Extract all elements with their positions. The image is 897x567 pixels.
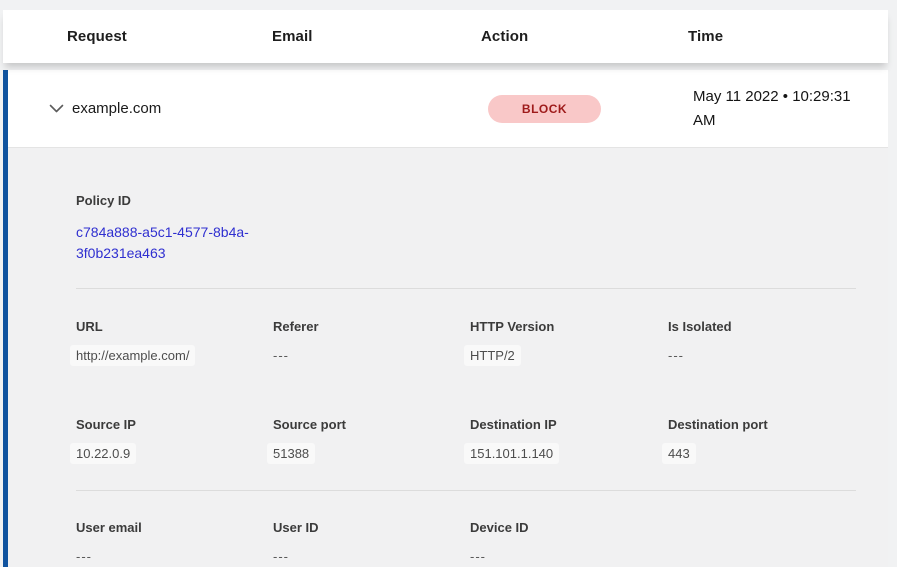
field: URL http://example.com/ bbox=[76, 319, 273, 366]
field-value: 51388 bbox=[273, 446, 470, 464]
policy-id-field: Policy ID c784a888-a5c1-4577-8b4a-3f0b23… bbox=[76, 193, 865, 264]
field-value: 10.22.0.9 bbox=[76, 446, 273, 464]
expanded-log-row: example.com BLOCK May 11 2022 • 10:29:31… bbox=[3, 70, 888, 567]
field-value: --- bbox=[668, 348, 865, 363]
field-label: Source IP bbox=[76, 417, 273, 432]
divider bbox=[76, 288, 856, 289]
field: Source IP 10.22.0.9 bbox=[76, 417, 273, 464]
row-detail-panel: Policy ID c784a888-a5c1-4577-8b4a-3f0b23… bbox=[8, 148, 888, 567]
policy-id-label: Policy ID bbox=[76, 193, 865, 208]
field-label: User ID bbox=[273, 520, 470, 535]
field-label: URL bbox=[76, 319, 273, 334]
row-expand-toggle[interactable] bbox=[8, 104, 72, 113]
status-badge-block: BLOCK bbox=[488, 95, 601, 123]
field-label: Device ID bbox=[470, 520, 668, 535]
field: Is Isolated --- bbox=[668, 319, 865, 366]
table-row[interactable]: example.com BLOCK May 11 2022 • 10:29:31… bbox=[8, 70, 888, 148]
divider bbox=[76, 490, 856, 491]
column-header-email: Email bbox=[272, 28, 481, 45]
field-value: --- bbox=[470, 549, 668, 564]
column-header-action: Action bbox=[481, 28, 688, 45]
field: HTTP Version HTTP/2 bbox=[470, 319, 668, 366]
field-label: Destination port bbox=[668, 417, 865, 432]
field-value: 151.101.1.140 bbox=[470, 446, 668, 464]
field-value: http://example.com/ bbox=[76, 348, 273, 366]
field: Destination IP 151.101.1.140 bbox=[470, 417, 668, 464]
row-request-value: example.com bbox=[72, 100, 277, 117]
field-value: --- bbox=[273, 348, 470, 363]
field-label: HTTP Version bbox=[470, 319, 668, 334]
row-time-value: May 11 2022 • 10:29:31 AM bbox=[693, 85, 871, 133]
field-label: User email bbox=[76, 520, 273, 535]
field-label: Referer bbox=[273, 319, 470, 334]
field-label: Is Isolated bbox=[668, 319, 865, 334]
column-header-request: Request bbox=[67, 28, 272, 45]
field: Referer --- bbox=[273, 319, 470, 366]
field: Device ID --- bbox=[470, 520, 668, 564]
detail-field-row: User email---User ID---Device ID--- bbox=[76, 520, 865, 564]
field: Destination port 443 bbox=[668, 417, 865, 464]
field-label: Source port bbox=[273, 417, 470, 432]
field-value: HTTP/2 bbox=[470, 348, 668, 366]
field: Source port 51388 bbox=[273, 417, 470, 464]
log-table: Request Email Action Time example.com BL… bbox=[3, 10, 888, 567]
field-value: --- bbox=[273, 549, 470, 564]
field-value: --- bbox=[76, 549, 273, 564]
detail-field-row: Source IP10.22.0.9Source port51388Destin… bbox=[76, 417, 865, 464]
chevron-down-icon bbox=[49, 104, 64, 113]
policy-id-link[interactable]: c784a888-a5c1-4577-8b4a-3f0b231ea463 bbox=[76, 222, 268, 264]
field: User ID --- bbox=[273, 520, 470, 564]
table-header: Request Email Action Time bbox=[3, 10, 888, 63]
column-header-time: Time bbox=[688, 28, 888, 45]
detail-field-row: URL http://example.com/Referer ---HTTP Ver… bbox=[76, 319, 865, 366]
field-value: 443 bbox=[668, 446, 865, 464]
field: User email --- bbox=[76, 520, 273, 564]
row-action-cell: BLOCK bbox=[486, 95, 693, 123]
field-label: Destination IP bbox=[470, 417, 668, 432]
